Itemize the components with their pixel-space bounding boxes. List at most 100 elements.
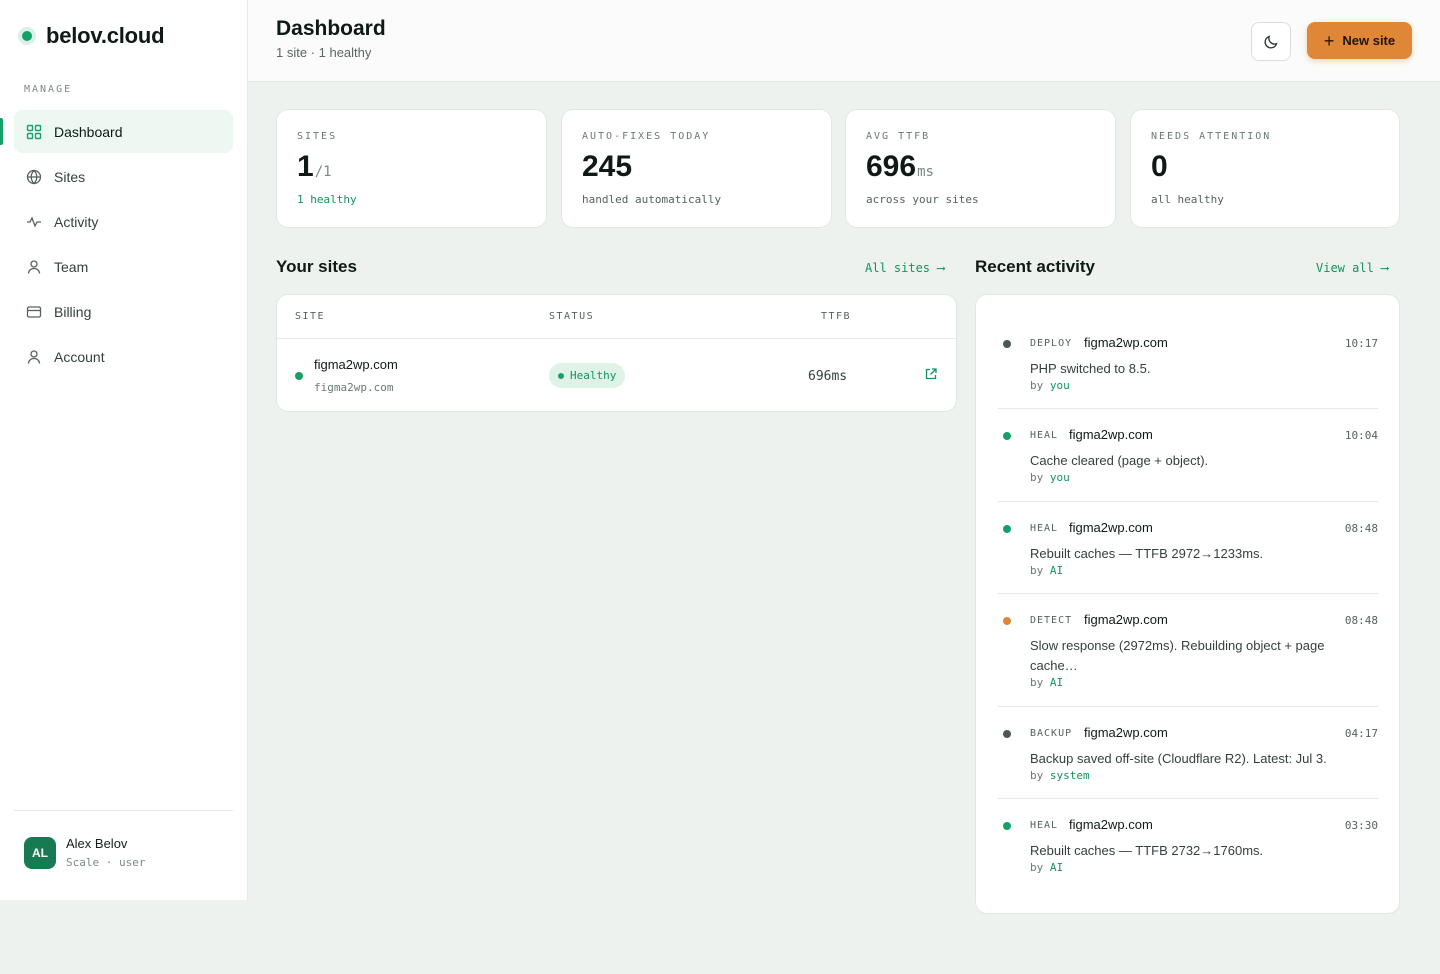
site-host: figma2wp.com [314,381,394,394]
nav-heading: MANAGE [24,84,73,95]
activity-site: figma2wp.com [1084,612,1168,627]
stat-number: 1 [297,150,314,183]
sidebar-item-billing[interactable]: Billing [14,290,233,333]
table-header-divider [277,338,956,339]
activity-divider [998,408,1378,409]
grid-icon [26,124,42,139]
activity-dot-icon [1003,340,1011,348]
stat-label: SITES [297,131,338,142]
sidebar-item-dashboard[interactable]: Dashboard [0,110,233,153]
stat-value: 0 [1151,150,1168,184]
status-badge: Healthy [549,363,626,388]
by-prefix: by [1030,379,1044,392]
activity-type: BACKUP [1030,728,1073,739]
by-prefix: by [1030,564,1044,577]
stat-note: across your sites [866,193,979,206]
stat-value: 1/1 [297,150,332,184]
globe-icon [26,169,42,184]
sidebar-item-label: Account [54,348,105,365]
stat-card-needs-attention: NEEDS ATTENTION 0 all healthy [1130,109,1400,228]
stat-number: 0 [1151,150,1168,183]
person-icon [27,259,41,274]
activity-dot-icon [1003,617,1011,625]
activity-type: DEPLOY [1030,338,1073,349]
activity-divider [998,593,1378,594]
activity-time: 03:30 [1344,819,1378,832]
activity-type: HEAL [1030,430,1059,441]
activity-site: figma2wp.com [1069,427,1153,442]
activity-site: figma2wp.com [1069,520,1153,535]
activity-by: by AI [1030,564,1063,577]
sidebar-divider [14,810,233,811]
new-site-button[interactable]: + New site [1307,22,1412,59]
column-header-ttfb: TTFB [821,311,852,322]
activity-actor: system [1049,769,1090,782]
activity-by: by you [1030,471,1070,484]
activity-feed: DEPLOY figma2wp.com 10:17 PHP switched t… [975,294,1400,914]
stat-label: NEEDS ATTENTION [1151,131,1272,142]
stat-unit: ms [917,164,934,180]
stat-label: AVG TTFB [866,131,931,142]
pulse-icon [27,215,41,228]
activity-time: 08:48 [1344,522,1378,535]
sidebar-nav: Dashboard Sites Activity Team Billing Ac… [0,110,233,380]
person-icon [27,349,41,364]
sidebar-item-sites[interactable]: Sites [14,155,233,198]
activity-type: DETECT [1030,615,1073,626]
brand-logo[interactable]: belov.cloud [22,22,165,50]
all-sites-link[interactable]: All sites ⟶ [865,261,944,275]
sidebar-item-label: Activity [54,213,99,230]
stat-number: 696 [866,150,917,183]
view-all-link[interactable]: View all ⟶ [1316,261,1388,275]
activity-text: PHP switched to 8.5. [1030,361,1151,376]
card-icon [26,305,42,318]
page-subtitle: 1 site · 1 healthy [276,45,372,60]
brand-dot-icon [22,31,32,41]
activity-site: figma2wp.com [1069,817,1153,832]
new-site-label: New site [1342,33,1396,48]
activity-time: 10:17 [1344,337,1378,350]
sidebar-item-label: Dashboard [54,123,123,140]
activity-actor: you [1049,471,1070,484]
stat-unit: /1 [314,164,332,180]
page-header: Dashboard 1 site · 1 healthy + New site [248,0,1440,82]
activity-actor: AI [1049,861,1064,874]
activity-actor: AI [1049,676,1064,689]
activity-section-title: Recent activity [975,257,1095,276]
page-title: Dashboard [276,17,386,40]
user-profile[interactable]: AL Alex Belov Scale · user [24,836,145,869]
sidebar-item-activity[interactable]: Activity [14,200,233,243]
sidebar-item-team[interactable]: Team [14,245,233,288]
activity-text: Slow response (2972ms). Rebuilding objec… [1030,638,1325,673]
activity-by: by AI [1030,861,1063,874]
activity-actor: AI [1049,564,1064,577]
activity-time: 08:48 [1344,614,1378,627]
ttfb-value: 696ms [808,369,848,384]
activity-time: 10:04 [1344,429,1378,442]
activity-divider [998,706,1378,707]
sidebar-item-account[interactable]: Account [14,335,233,378]
column-header-status: STATUS [549,311,595,322]
activity-divider [998,501,1378,502]
status-dot-icon [558,372,564,379]
stat-label: AUTO-FIXES TODAY [582,131,711,142]
sites-table: SITE STATUS TTFB figma2wp.com figma2wp.c… [276,294,957,412]
site-name[interactable]: figma2wp.com [314,357,398,372]
sidebar: belov.cloud MANAGE Dashboard Sites Activ… [0,0,248,900]
activity-text: Cache cleared (page + object). [1030,453,1209,468]
activity-dot-icon [1003,730,1011,738]
sidebar-item-label: Sites [54,168,86,185]
brand-name: belov.cloud [46,23,165,48]
by-prefix: by [1030,861,1044,874]
activity-site: figma2wp.com [1084,725,1168,740]
status-badge-label: Healthy [570,369,617,382]
theme-toggle-button[interactable] [1251,22,1291,61]
activity-dot-icon [1003,525,1011,533]
activity-by: by you [1030,379,1070,392]
stat-card-sites: SITES 1/1 1 healthy [276,109,547,228]
plus-icon: + [1323,30,1335,51]
activity-text: Rebuilt caches — TTFB 2972→1233ms. [1030,546,1264,561]
sidebar-item-label: Team [54,258,89,275]
external-link-icon[interactable] [924,367,938,381]
by-prefix: by [1030,471,1044,484]
